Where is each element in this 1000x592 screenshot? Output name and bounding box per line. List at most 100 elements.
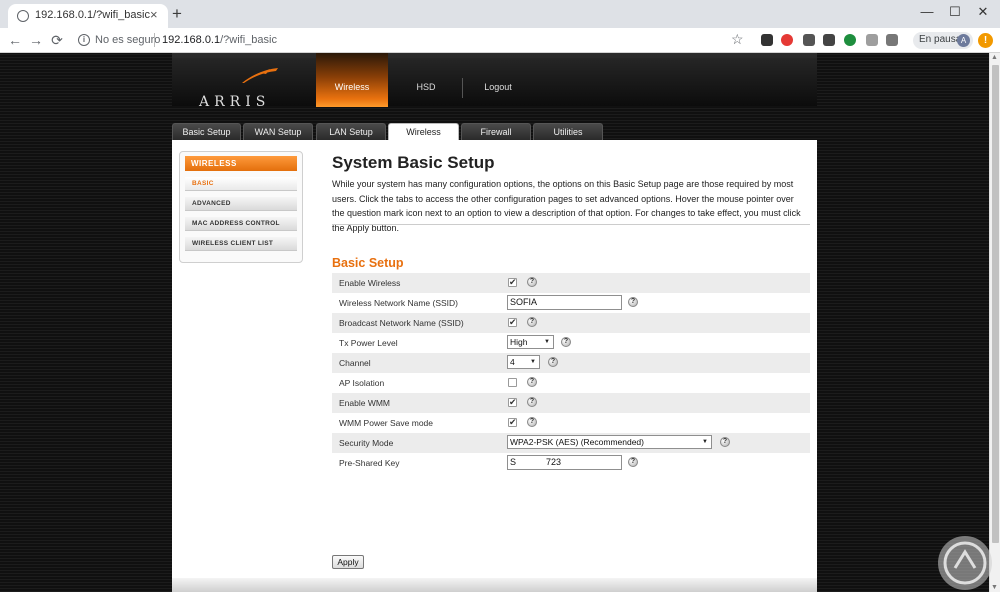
bookmark-star-icon[interactable]: ☆ [731, 31, 744, 47]
sidebar-item-advanced[interactable]: ADVANCED [185, 197, 297, 211]
check-icon: ✔ [509, 397, 517, 407]
enable-wireless-checkbox[interactable]: ✔ [508, 277, 517, 287]
setting-label: Tx Power Level [339, 338, 398, 348]
extension-icon[interactable] [823, 34, 835, 46]
update-alert-icon[interactable]: ! [978, 33, 993, 48]
page-title: System Basic Setup [332, 153, 495, 172]
sidebar-item-basic[interactable]: BASIC [185, 177, 297, 191]
chevron-down-icon: ▼ [544, 339, 550, 345]
channel-select[interactable]: 4 ▼ [507, 355, 540, 369]
extension-icon[interactable] [886, 34, 898, 46]
minimize-button[interactable]: — [917, 4, 937, 20]
logo-text: ARRIS [199, 94, 271, 110]
address-separator [154, 33, 155, 47]
tab-firewall[interactable]: Firewall [461, 123, 531, 140]
setting-label: AP Isolation [339, 378, 385, 388]
url-text[interactable]: 192.168.0.1/?wifi_basic [162, 34, 277, 46]
help-icon[interactable]: ? [527, 397, 537, 407]
profile-button[interactable]: En pausa A [913, 32, 973, 49]
help-icon[interactable]: ? [561, 337, 571, 347]
pre-shared-key-input[interactable]: S 723 [507, 455, 622, 470]
extension-icon[interactable] [803, 34, 815, 46]
tx-power-select[interactable]: High ▼ [507, 335, 554, 349]
section-title: Basic Setup [332, 256, 404, 270]
nav-wireless[interactable]: Wireless [316, 53, 388, 107]
nav-label: HSD [416, 82, 436, 92]
setting-row-ssid: Wireless Network Name (SSID) SOFIA ? [332, 293, 810, 313]
help-icon[interactable]: ? [720, 437, 730, 447]
sidebar-item-wireless-client-list[interactable]: WIRELESS CLIENT LIST [185, 237, 297, 251]
check-icon: ✔ [509, 317, 517, 327]
not-secure-label: No es seguro [95, 34, 161, 46]
info-icon[interactable]: i [78, 34, 90, 46]
help-icon[interactable]: ? [527, 277, 537, 287]
tab-basic-setup[interactable]: Basic Setup [172, 123, 241, 140]
tab-close-icon[interactable]: × [150, 8, 158, 22]
enable-wmm-checkbox[interactable]: ✔ [508, 397, 517, 407]
content-footer [172, 578, 817, 592]
browser-tab[interactable]: 192.168.0.1/?wifi_basic × [8, 4, 168, 28]
sidebar-item-mac-address-control[interactable]: MAC ADDRESS CONTROL [185, 217, 297, 231]
page-scrollbar[interactable]: ▲ ▼ [989, 53, 1000, 592]
ssid-input[interactable]: SOFIA [507, 295, 622, 310]
setting-row-channel: Channel 4 ▼ ? [332, 353, 810, 373]
help-icon[interactable]: ? [527, 317, 537, 327]
setting-label: Channel [339, 358, 371, 368]
setting-label: Wireless Network Name (SSID) [339, 298, 459, 308]
scrollbar-thumb[interactable] [992, 65, 999, 543]
tab-lan-setup[interactable]: LAN Setup [316, 123, 386, 140]
tab-wan-setup[interactable]: WAN Setup [243, 123, 313, 140]
router-header: ARRIS Wireless HSD Logout [172, 53, 817, 110]
ap-isolation-checkbox[interactable] [508, 378, 517, 387]
setting-label: Security Mode [339, 438, 394, 448]
help-icon[interactable]: ? [548, 357, 558, 367]
scroll-down-icon[interactable]: ▼ [991, 584, 998, 591]
extension-icon[interactable] [781, 34, 793, 46]
check-icon: ✔ [509, 417, 517, 427]
url-host: 192.168.0.1 [162, 34, 221, 46]
setting-row-broadcast-ssid: Broadcast Network Name (SSID) ✔ ? [332, 313, 810, 333]
extension-icon[interactable] [844, 34, 856, 46]
side-menu-heading: WIRELESS [185, 156, 297, 171]
tab-utilities[interactable]: Utilities [533, 123, 603, 140]
help-icon[interactable]: ? [628, 457, 638, 467]
setting-label: Broadcast Network Name (SSID) [339, 318, 464, 328]
security-mode-value: WPA2-PSK (AES) (Recommended) [510, 437, 644, 447]
security-mode-select[interactable]: WPA2-PSK (AES) (Recommended) ▼ [507, 435, 712, 449]
content-panel: WIRELESS BASIC ADVANCED MAC ADDRESS CONT… [172, 140, 817, 592]
maximize-button[interactable]: ☐ [945, 4, 965, 20]
apply-button[interactable]: Apply [332, 555, 364, 569]
help-icon[interactable]: ? [628, 297, 638, 307]
channel-value: 4 [510, 357, 515, 367]
nav-label: Wireless [334, 82, 370, 92]
setting-row-ap-isolation: AP Isolation ? [332, 373, 810, 393]
reload-icon[interactable]: ⟳ [48, 31, 66, 49]
profile-status: En pausa [919, 34, 962, 45]
broadcast-ssid-checkbox[interactable]: ✔ [508, 317, 517, 327]
setting-row-tx-power: Tx Power Level High ▼ ? [332, 333, 810, 353]
extension-icon[interactable] [866, 34, 878, 46]
avatar: A [957, 34, 970, 47]
wmm-power-save-checkbox[interactable]: ✔ [508, 417, 517, 427]
address-bar[interactable]: i No es seguro 192.168.0.1/?wifi_basic [66, 31, 752, 50]
scroll-up-icon[interactable]: ▲ [991, 54, 998, 61]
help-icon[interactable]: ? [527, 417, 537, 427]
setting-label: WMM Power Save mode [339, 418, 433, 428]
nav-logout[interactable]: Logout [462, 53, 534, 107]
back-icon[interactable]: ← [6, 31, 24, 49]
divider [332, 224, 810, 225]
help-icon[interactable]: ? [527, 377, 537, 387]
config-tabs: Basic Setup WAN Setup LAN Setup Wireless… [172, 123, 817, 141]
tab-wireless[interactable]: Wireless [388, 123, 459, 141]
tx-power-value: High [510, 337, 528, 347]
extension-icon[interactable] [761, 34, 773, 46]
forward-icon[interactable]: → [27, 31, 45, 49]
close-window-button[interactable]: ✕ [973, 4, 993, 20]
watermark-icon [943, 541, 987, 585]
watermark-logo [938, 536, 992, 590]
setting-label: Enable WMM [339, 398, 391, 408]
arris-logo: ARRIS [196, 67, 296, 110]
nav-hsd[interactable]: HSD [390, 53, 462, 107]
new-tab-button[interactable]: + [172, 5, 182, 22]
setting-row-enable-wireless: Enable Wireless ✔ ? [332, 273, 810, 293]
